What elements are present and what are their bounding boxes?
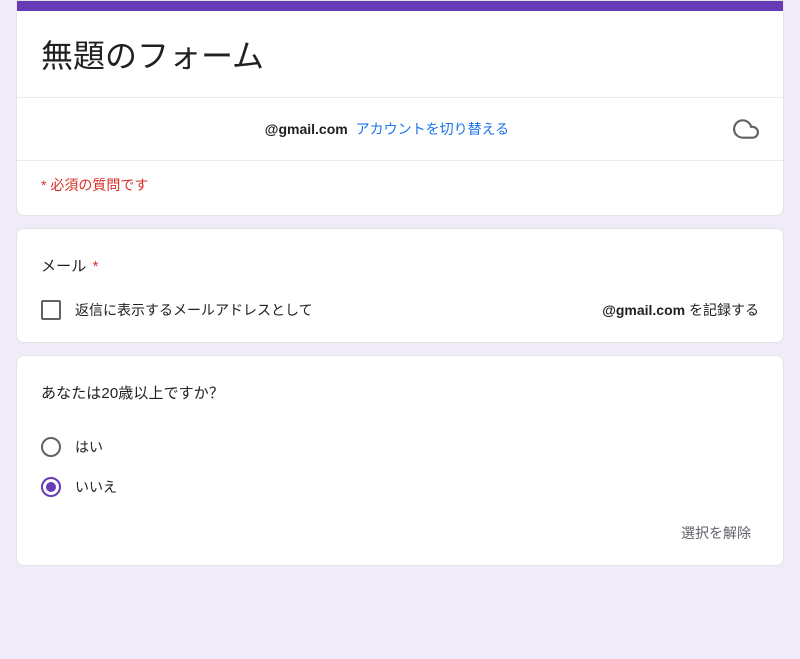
- record-email-left: 返信に表示するメールアドレスとして: [75, 300, 313, 320]
- question-age-card: あなたは20歳以上ですか？ はい いいえ 選択を解除: [16, 355, 784, 566]
- cloud-save-icon[interactable]: [733, 116, 759, 142]
- header-accent-bar: [17, 1, 783, 11]
- form-title: 無題のフォーム: [17, 11, 783, 97]
- record-email-text: 返信に表示するメールアドレスとして @gmail.com を記録する: [75, 300, 759, 320]
- account-row: @gmail.com アカウントを切り替える: [17, 98, 783, 160]
- required-notice: * 必須の質問です: [17, 161, 783, 215]
- radio-no-label: いいえ: [75, 477, 117, 497]
- record-email-suffix: を記録する: [685, 302, 759, 318]
- record-email-checkbox[interactable]: [41, 300, 61, 320]
- record-email-domain: @gmail.com: [602, 302, 685, 318]
- clear-selection-button[interactable]: 選択を解除: [673, 519, 759, 547]
- switch-account-link[interactable]: アカウントを切り替える: [356, 121, 510, 137]
- radio-yes-label: はい: [75, 437, 103, 457]
- account-text: @gmail.com アカウントを切り替える: [41, 119, 733, 139]
- radio-yes[interactable]: [41, 437, 61, 457]
- account-domain: @gmail.com: [265, 121, 348, 137]
- question-email-card: メール * 返信に表示するメールアドレスとして @gmail.com を記録する: [16, 228, 784, 343]
- required-asterisk: *: [93, 258, 99, 275]
- form-header-card: 無題のフォーム @gmail.com アカウントを切り替える * 必須の質問です: [16, 0, 784, 216]
- question-label-text: メール: [41, 258, 86, 275]
- clear-selection-row: 選択を解除: [41, 523, 759, 543]
- question-email-label: メール *: [41, 255, 759, 276]
- record-email-row[interactable]: 返信に表示するメールアドレスとして @gmail.com を記録する: [41, 300, 759, 320]
- question-age-label: あなたは20歳以上ですか？: [41, 382, 759, 403]
- radio-option-no[interactable]: いいえ: [41, 467, 759, 507]
- radio-no[interactable]: [41, 477, 61, 497]
- record-email-right-group: @gmail.com を記録する: [602, 300, 759, 320]
- radio-option-yes[interactable]: はい: [41, 427, 759, 467]
